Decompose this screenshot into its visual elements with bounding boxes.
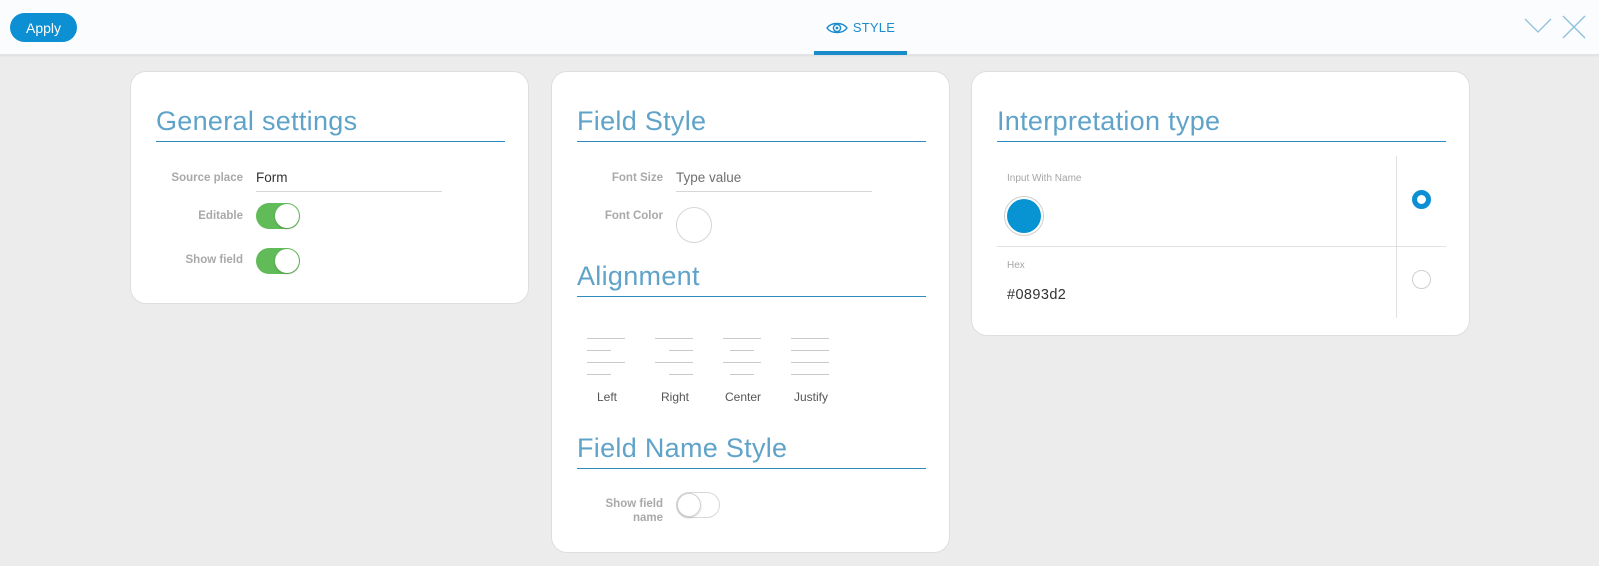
column-divider (1396, 156, 1397, 318)
align-justify-option[interactable]: Justify (787, 338, 835, 408)
toggle-knob (677, 493, 701, 517)
source-place-label: Source place (171, 172, 243, 184)
alignment-title: Alignment (577, 261, 926, 297)
font-color-label: Font Color (604, 210, 663, 222)
show-field-toggle[interactable] (256, 248, 300, 274)
top-toolbar: Apply STYLE (0, 0, 1599, 55)
interpretation-type-title: Interpretation type (997, 106, 1446, 142)
general-settings-title: General settings (156, 106, 505, 142)
show-field-name-toggle[interactable] (676, 492, 720, 518)
show-field-label: Show field (185, 254, 244, 266)
input-with-name-label: Input With Name (1007, 173, 1082, 184)
align-center-label: Center (724, 390, 762, 404)
hex-radio[interactable] (1412, 270, 1431, 289)
interpretation-type-card: Interpretation type Input With Name Hex … (971, 71, 1470, 336)
eye-icon (826, 22, 848, 33)
tab-style[interactable]: STYLE (814, 0, 907, 55)
active-tab-indicator (814, 51, 907, 55)
editable-label: Editable (198, 210, 243, 222)
general-settings-card: General settings Source place Form Edita… (130, 71, 529, 304)
editable-toggle[interactable] (256, 203, 300, 229)
align-left-option[interactable]: Left (583, 338, 631, 408)
font-size-label: Font Size (611, 172, 663, 184)
align-right-option[interactable]: Right (651, 338, 699, 408)
align-center-icon (723, 338, 763, 378)
align-justify-label: Justify (793, 390, 828, 404)
field-name-style-title: Field Name Style (577, 433, 926, 469)
apply-button[interactable]: Apply (10, 13, 77, 42)
hex-value[interactable]: #0893d2 (1007, 287, 1066, 303)
field-style-title: Field Style (577, 106, 926, 142)
align-justify-icon (791, 338, 831, 378)
input-with-name-radio[interactable] (1412, 190, 1431, 209)
field-style-card: Field Style Font Size Type value Font Co… (551, 71, 950, 553)
hex-label: Hex (1007, 260, 1025, 271)
align-right-label: Right (660, 390, 689, 404)
align-center-option[interactable]: Center (719, 338, 767, 408)
align-left-label: Left (596, 390, 617, 404)
font-size-input[interactable]: Type value (676, 170, 872, 192)
show-field-name-label: Show field name (605, 498, 664, 524)
chevron-down-icon[interactable] (1524, 16, 1552, 36)
close-icon[interactable] (1562, 15, 1586, 39)
source-place-input[interactable]: Form (256, 170, 442, 192)
font-color-picker[interactable] (676, 207, 712, 243)
align-left-icon (587, 338, 627, 378)
option-divider (997, 246, 1446, 247)
align-right-icon (655, 338, 695, 378)
color-swatch[interactable] (1007, 199, 1041, 233)
toggle-knob (275, 204, 299, 228)
toggle-knob (275, 249, 299, 273)
tab-style-label: STYLE (852, 20, 896, 35)
